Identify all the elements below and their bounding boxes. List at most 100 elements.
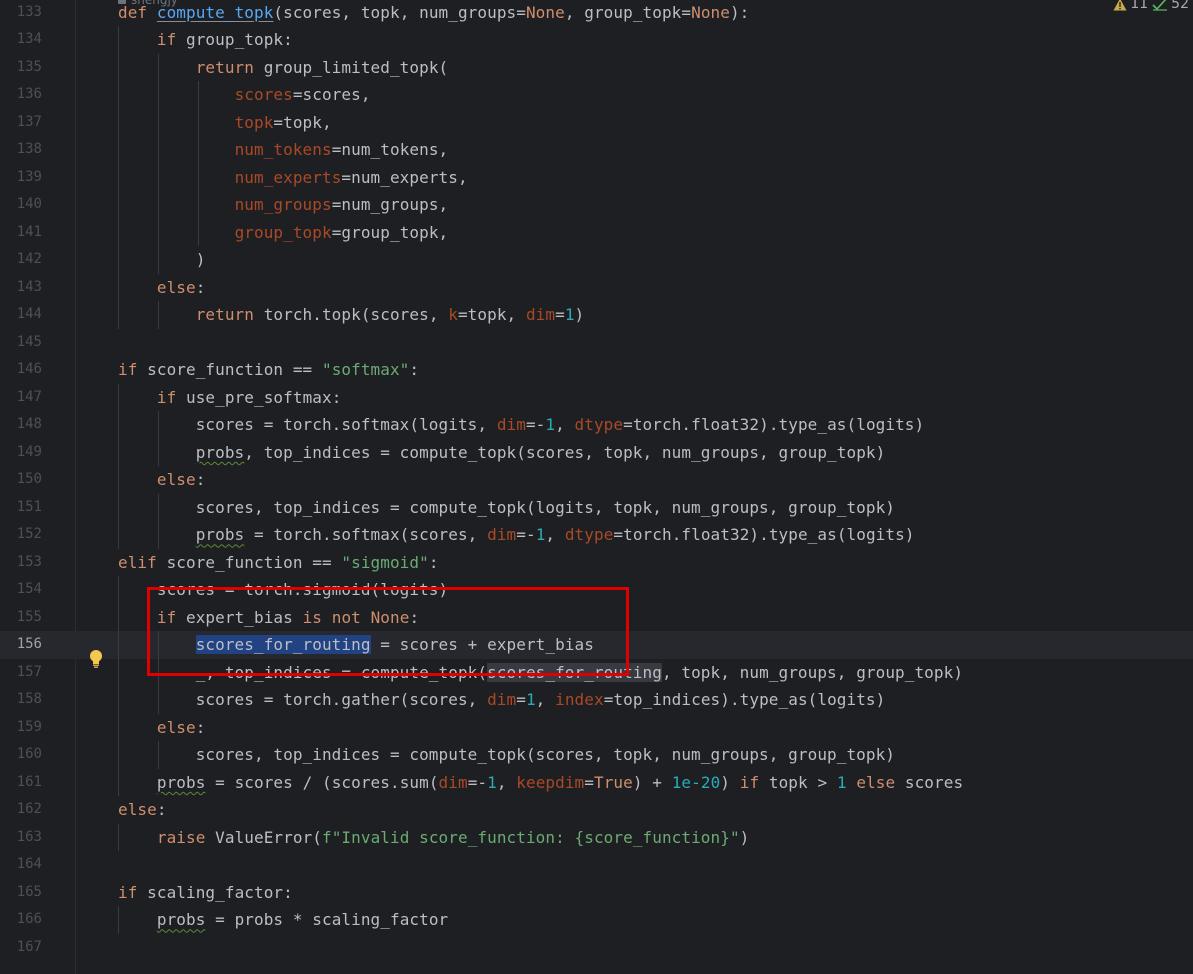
line-number[interactable]: 161 bbox=[0, 769, 42, 797]
code-line[interactable]: 152 probs = torch.softmax(scores, dim=-1… bbox=[0, 521, 1193, 549]
line-number[interactable]: 160 bbox=[0, 741, 42, 769]
code-line[interactable]: 163 raise ValueError(f"Invalid score_fun… bbox=[0, 823, 1193, 852]
line-number[interactable]: 144 bbox=[0, 301, 42, 329]
line-number[interactable]: 147 bbox=[0, 384, 42, 412]
line-number[interactable]: 149 bbox=[0, 439, 42, 467]
line-number[interactable]: 164 bbox=[0, 851, 42, 879]
code-text[interactable]: num_groups=num_groups, bbox=[118, 191, 449, 219]
code-text[interactable]: if use_pre_softmax: bbox=[118, 384, 341, 412]
code-line[interactable]: 165 if scaling_factor: bbox=[0, 879, 1193, 907]
code-text[interactable]: scores = torch.gather(scores, dim=1, ind… bbox=[118, 686, 886, 714]
indent-guide bbox=[118, 301, 119, 329]
line-number[interactable]: 142 bbox=[0, 246, 42, 274]
code-text[interactable]: ) bbox=[118, 246, 206, 274]
code-text[interactable]: if score_function == "softmax": bbox=[118, 356, 419, 384]
code-line[interactable]: 143 else: bbox=[0, 273, 1193, 302]
line-number[interactable]: 141 bbox=[0, 219, 42, 247]
code-text[interactable]: elif score_function == "sigmoid": bbox=[118, 549, 439, 577]
line-number[interactable]: 162 bbox=[0, 796, 42, 824]
line-number[interactable]: 148 bbox=[0, 411, 42, 439]
line-number[interactable]: 146 bbox=[0, 356, 42, 384]
code-line[interactable]: 159 else: bbox=[0, 713, 1193, 742]
code-text[interactable]: topk=topk, bbox=[118, 109, 332, 137]
code-line[interactable]: 162 else: bbox=[0, 796, 1193, 824]
line-number[interactable]: 166 bbox=[0, 906, 42, 934]
code-text[interactable]: probs, top_indices = compute_topk(scores… bbox=[118, 439, 886, 467]
code-line[interactable]: 133 def compute_topk(scores, topk, num_gr… bbox=[0, 0, 1193, 26]
code-text[interactable]: if scaling_factor: bbox=[118, 879, 293, 907]
line-number[interactable]: 138 bbox=[0, 136, 42, 164]
code-line[interactable]: 145 bbox=[0, 329, 1193, 357]
line-number[interactable]: 150 bbox=[0, 466, 42, 494]
code-text[interactable]: scores=scores, bbox=[118, 81, 371, 109]
line-number[interactable]: 143 bbox=[0, 274, 42, 302]
code-text[interactable]: group_topk=group_topk, bbox=[118, 219, 449, 247]
code-line[interactable]: 153 elif score_function == "sigmoid": bbox=[0, 549, 1193, 577]
code-text[interactable]: probs = probs * scaling_factor bbox=[118, 906, 448, 934]
code-text[interactable]: scores = torch.softmax(logits, dim=-1, d… bbox=[118, 411, 924, 439]
line-number[interactable]: 136 bbox=[0, 81, 42, 109]
line-number[interactable]: 145 bbox=[0, 329, 42, 357]
code-editor[interactable]: shengjy 11 52 133 def compute_topk(scores… bbox=[0, 0, 1193, 974]
code-line[interactable]: 164 bbox=[0, 851, 1193, 879]
code-text[interactable]: else: bbox=[118, 796, 167, 824]
code-text[interactable]: num_tokens=num_tokens, bbox=[118, 136, 449, 164]
indent-guide bbox=[118, 576, 119, 604]
code-line[interactable]: 136 scores=scores, bbox=[0, 81, 1193, 109]
code-line[interactable]: 151 scores, top_indices = compute_topk(l… bbox=[0, 493, 1193, 522]
line-number[interactable]: 163 bbox=[0, 824, 42, 852]
code-line[interactable]: 147 if use_pre_softmax: bbox=[0, 383, 1193, 412]
line-number[interactable]: 152 bbox=[0, 521, 42, 549]
indent-guide bbox=[198, 81, 199, 109]
line-number[interactable]: 135 bbox=[0, 54, 42, 82]
line-number[interactable]: 167 bbox=[0, 934, 42, 962]
code-text[interactable]: probs = scores / (scores.sum(dim=-1, kee… bbox=[118, 769, 963, 797]
code-line[interactable]: 135 return group_limited_topk( bbox=[0, 53, 1193, 82]
code-text[interactable]: else: bbox=[118, 274, 205, 302]
line-number[interactable]: 153 bbox=[0, 549, 42, 577]
code-line[interactable]: 138 num_tokens=num_tokens, bbox=[0, 136, 1193, 164]
code-line[interactable]: 134 if group_topk: bbox=[0, 26, 1193, 54]
code-line[interactable]: 160 scores, top_indices = compute_topk(s… bbox=[0, 741, 1193, 769]
code-line[interactable]: 150 else: bbox=[0, 466, 1193, 494]
code-text[interactable]: def compute_topk(scores, topk, num_group… bbox=[118, 0, 749, 26]
code-text[interactable]: return group_limited_topk( bbox=[118, 54, 448, 82]
code-line[interactable]: 144 return torch.topk(scores, k=topk, di… bbox=[0, 301, 1193, 329]
code-text[interactable]: else: bbox=[118, 466, 205, 494]
code-line[interactable]: 167 bbox=[0, 934, 1193, 962]
code-text[interactable]: probs = torch.softmax(scores, dim=-1, dt… bbox=[118, 521, 915, 549]
code-text[interactable]: scores, top_indices = compute_topk(logit… bbox=[118, 494, 895, 522]
code-line[interactable]: 139 num_experts=num_experts, bbox=[0, 163, 1193, 192]
line-number[interactable]: 137 bbox=[0, 109, 42, 137]
line-number[interactable]: 154 bbox=[0, 576, 42, 604]
code-text[interactable]: num_experts=num_experts, bbox=[118, 164, 468, 192]
line-number[interactable]: 140 bbox=[0, 191, 42, 219]
code-text[interactable]: return torch.topk(scores, k=topk, dim=1) bbox=[118, 301, 584, 329]
code-line[interactable]: 158 scores = torch.gather(scores, dim=1,… bbox=[0, 686, 1193, 714]
code-line[interactable]: 149 probs, top_indices = compute_topk(sc… bbox=[0, 438, 1193, 467]
line-number[interactable]: 155 bbox=[0, 604, 42, 632]
code-line[interactable]: 141 group_topk=group_topk, bbox=[0, 218, 1193, 247]
code-text[interactable]: else: bbox=[118, 714, 205, 742]
code-line[interactable]: 137 topk=topk, bbox=[0, 108, 1193, 137]
line-number[interactable]: 156 bbox=[0, 631, 42, 659]
line-number[interactable]: 165 bbox=[0, 879, 42, 907]
code-line[interactable]: 146 if score_function == "softmax": bbox=[0, 356, 1193, 384]
indent-guide bbox=[118, 191, 119, 219]
code-line[interactable]: 148 scores = torch.softmax(logits, dim=-… bbox=[0, 411, 1193, 439]
line-number[interactable]: 158 bbox=[0, 686, 42, 714]
code-line[interactable]: 166 probs = probs * scaling_factor bbox=[0, 906, 1193, 934]
code-text[interactable]: if group_topk: bbox=[118, 26, 293, 54]
lightbulb-icon[interactable] bbox=[88, 649, 104, 669]
line-number[interactable]: 159 bbox=[0, 714, 42, 742]
code-line[interactable]: 140 num_groups=num_groups, bbox=[0, 191, 1193, 219]
line-number[interactable]: 157 bbox=[0, 659, 42, 687]
line-number[interactable]: 139 bbox=[0, 164, 42, 192]
code-line[interactable]: 161 probs = scores / (scores.sum(dim=-1,… bbox=[0, 768, 1193, 797]
code-line[interactable]: 142 ) bbox=[0, 246, 1193, 274]
line-number[interactable]: 133 bbox=[0, 0, 42, 26]
code-text[interactable]: scores, top_indices = compute_topk(score… bbox=[118, 741, 895, 769]
code-text[interactable]: raise ValueError(f"Invalid score_functio… bbox=[118, 824, 749, 852]
line-number[interactable]: 134 bbox=[0, 26, 42, 54]
line-number[interactable]: 151 bbox=[0, 494, 42, 522]
